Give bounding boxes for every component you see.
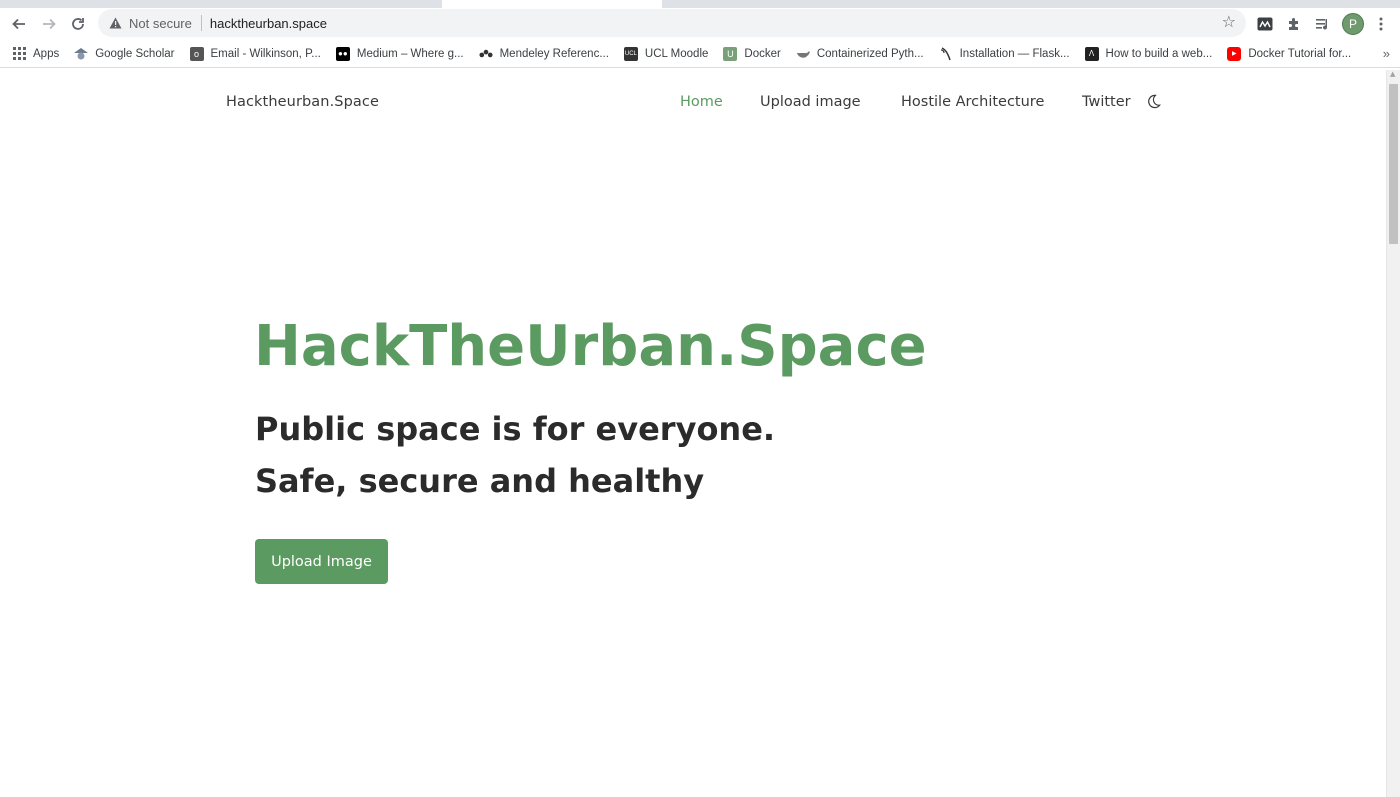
profile-avatar[interactable]: P: [1342, 13, 1364, 35]
youtube-icon: ▶: [1227, 46, 1242, 61]
flask-icon: [939, 46, 953, 61]
google-scholar-icon: [74, 47, 89, 61]
bookmark-containerized-python[interactable]: Containerized Pyth...: [796, 47, 924, 61]
bookmark-apps[interactable]: Apps: [12, 47, 59, 61]
web-icon: Λ: [1084, 46, 1099, 61]
back-button[interactable]: [4, 9, 34, 39]
whale-icon: [796, 47, 810, 61]
bookmark-google-scholar[interactable]: Google Scholar: [74, 47, 175, 61]
arrow-right-icon: [43, 18, 56, 30]
scroll-up-arrow-icon[interactable]: ▲: [1390, 70, 1395, 78]
bookmark-label: UCL Moodle: [644, 47, 709, 60]
reload-icon: [72, 18, 84, 30]
mendeley-icon: [479, 47, 493, 61]
bookmark-label: Containerized Pyth...: [816, 47, 924, 60]
browser-toolbar: Not secure hacktheurban.space ☆ P: [0, 8, 1400, 40]
bookmark-ucl-moodle[interactable]: UCL UCL Moodle: [623, 46, 709, 61]
apps-grid-icon: [12, 47, 26, 61]
media-queue-icon[interactable]: [1312, 13, 1334, 35]
more-bookmarks-button[interactable]: »: [1383, 46, 1390, 61]
omnibox-divider: [200, 15, 202, 31]
page-viewport: Hacktheurban.Space Home Upload image Hos…: [0, 70, 1386, 797]
hero-upload-image-button[interactable]: Upload Image: [255, 539, 388, 584]
active-tab[interactable]: [442, 0, 662, 8]
bookmark-docker-tutorial[interactable]: ▶ Docker Tutorial for...: [1227, 46, 1352, 61]
extension-icon[interactable]: [1254, 13, 1276, 35]
dark-mode-moon-icon[interactable]: [1146, 94, 1162, 110]
hero-title: HackTheUrban.Space: [254, 314, 927, 379]
bookmark-label: Apps: [33, 47, 60, 60]
site-navbar: Hacktheurban.Space Home Upload image Hos…: [0, 70, 1386, 136]
arrow-left-icon: [12, 18, 25, 30]
reload-button[interactable]: [63, 9, 93, 39]
bookmark-docker[interactable]: U Docker: [723, 46, 781, 61]
bookmark-flask[interactable]: Installation — Flask...: [939, 46, 1070, 61]
bookmark-label: Email - Wilkinson, P...: [210, 47, 321, 60]
bookmark-how-to-build[interactable]: Λ How to build a web...: [1084, 46, 1213, 61]
hero-subtitle-line2: Safe, secure and healthy: [255, 462, 705, 500]
security-label[interactable]: Not secure: [129, 16, 192, 31]
bookmark-label: Installation — Flask...: [959, 47, 1070, 60]
bookmark-email[interactable]: o Email - Wilkinson, P...: [189, 46, 321, 61]
tab-strip: [0, 0, 1400, 8]
puzzle-icon[interactable]: [1283, 13, 1305, 35]
nav-hostile-architecture-link[interactable]: Hostile Architecture: [901, 94, 1044, 110]
scrollbar-thumb[interactable]: [1389, 84, 1398, 244]
warning-triangle-icon[interactable]: [109, 17, 122, 30]
bookmark-star-icon[interactable]: ☆: [1222, 14, 1236, 30]
forward-button[interactable]: [34, 9, 64, 39]
address-bar[interactable]: Not secure hacktheurban.space ☆: [98, 9, 1246, 37]
bookmark-label: Google Scholar: [95, 47, 175, 60]
nav-upload-image-link[interactable]: Upload image: [760, 94, 861, 110]
bookmarks-bar: Apps Google Scholar o Email - Wilkinson,…: [0, 40, 1400, 68]
nav-twitter-link[interactable]: Twitter: [1082, 94, 1131, 110]
bookmark-label: Mendeley Referenc...: [499, 47, 609, 60]
page-scrollbar[interactable]: ▲: [1386, 70, 1400, 797]
kebab-menu-icon[interactable]: [1370, 13, 1392, 35]
docker-icon: U: [723, 46, 738, 61]
outlook-icon: o: [189, 46, 204, 61]
url-text[interactable]: hacktheurban.space: [210, 16, 327, 31]
ucl-icon: UCL: [623, 46, 638, 61]
bookmark-medium[interactable]: ●● Medium – Where g...: [335, 46, 464, 61]
hero-subtitle-line1: Public space is for everyone.: [255, 410, 776, 448]
bookmark-label: Docker: [744, 47, 781, 60]
bookmark-label: Docker Tutorial for...: [1248, 47, 1352, 60]
bookmark-mendeley[interactable]: Mendeley Referenc...: [479, 47, 609, 61]
site-brand-link[interactable]: Hacktheurban.Space: [226, 94, 379, 110]
bookmark-label: Medium – Where g...: [356, 47, 464, 60]
nav-home-link[interactable]: Home: [680, 94, 723, 110]
bookmark-label: How to build a web...: [1105, 47, 1213, 60]
medium-icon: ●●: [335, 46, 350, 61]
